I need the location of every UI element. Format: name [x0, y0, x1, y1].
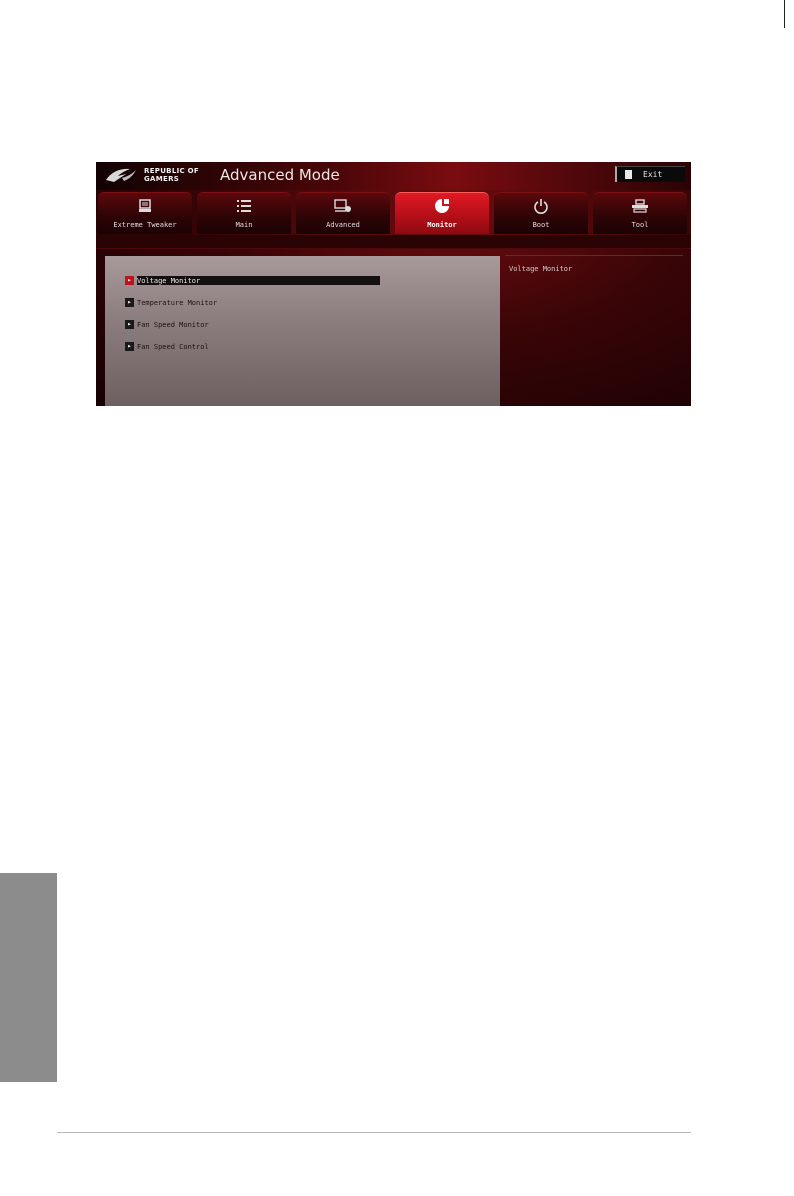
- list-icon: [197, 198, 291, 214]
- logo-line-2: GAMERS: [144, 175, 180, 183]
- tab-label: Advanced: [326, 221, 360, 229]
- bios-screenshot: REPUBLIC OF GAMERS Advanced Mode Exit Ex…: [96, 162, 691, 406]
- menu-item-temperature-monitor[interactable]: ▸ Temperature Monitor: [125, 298, 380, 308]
- tab-extreme-tweaker[interactable]: Extreme Tweaker: [98, 192, 192, 234]
- exit-icon: [625, 170, 632, 179]
- tab-label: Extreme Tweaker: [113, 221, 177, 229]
- menu-item-label: Fan Speed Monitor: [137, 321, 209, 329]
- chevron-right-icon: ▸: [125, 320, 134, 329]
- help-text: Voltage Monitor: [509, 265, 573, 273]
- menu-item-label: Fan Speed Control: [137, 343, 209, 351]
- chevron-right-icon: ▸: [125, 276, 134, 285]
- menu-item-fan-speed-monitor[interactable]: ▸ Fan Speed Monitor: [125, 320, 380, 330]
- menu-item-fan-speed-control[interactable]: ▸ Fan Speed Control: [125, 342, 380, 352]
- tab-tool[interactable]: Tool: [593, 192, 687, 234]
- tool-icon: [593, 198, 687, 214]
- tab-bar: Extreme Tweaker Main Advanced Monitor Bo…: [96, 192, 691, 234]
- exit-label: Exit: [643, 170, 663, 179]
- menu-panel: ▸ Voltage Monitor ▸ Temperature Monitor …: [105, 256, 500, 406]
- tweaker-icon: [98, 198, 192, 214]
- mode-title: Advanced Mode: [220, 166, 340, 184]
- logo-line-1: REPUBLIC OF: [144, 167, 199, 175]
- power-icon: [494, 198, 588, 214]
- tab-boot[interactable]: Boot: [494, 192, 588, 234]
- bios-header: REPUBLIC OF GAMERS Advanced Mode Exit: [96, 162, 691, 190]
- help-divider: [505, 255, 683, 256]
- exit-button[interactable]: Exit: [615, 166, 685, 182]
- tab-main[interactable]: Main: [197, 192, 291, 234]
- menu-item-label: Voltage Monitor: [137, 277, 201, 285]
- tab-label: Boot: [532, 221, 550, 229]
- tab-label: Monitor: [427, 221, 457, 229]
- help-panel: Voltage Monitor: [501, 255, 686, 406]
- footer-rule: [57, 1132, 691, 1133]
- chapter-side-tab: [0, 873, 57, 1082]
- chevron-right-icon: ▸: [125, 298, 134, 307]
- tab-label: Tool: [631, 221, 649, 229]
- menu-item-label: Temperature Monitor: [137, 299, 218, 307]
- tab-subbar: [96, 235, 691, 249]
- rog-logo: REPUBLIC OF GAMERS: [104, 165, 214, 187]
- tab-label: Main: [235, 221, 253, 229]
- tab-advanced[interactable]: Advanced: [296, 192, 390, 234]
- chevron-right-icon: ▸: [125, 342, 134, 351]
- tab-monitor[interactable]: Monitor: [395, 192, 489, 234]
- monitor-icon: [395, 198, 489, 214]
- advanced-icon: [296, 198, 390, 214]
- top-margin-line: [784, 0, 785, 28]
- menu-item-voltage-monitor[interactable]: ▸ Voltage Monitor: [125, 276, 380, 286]
